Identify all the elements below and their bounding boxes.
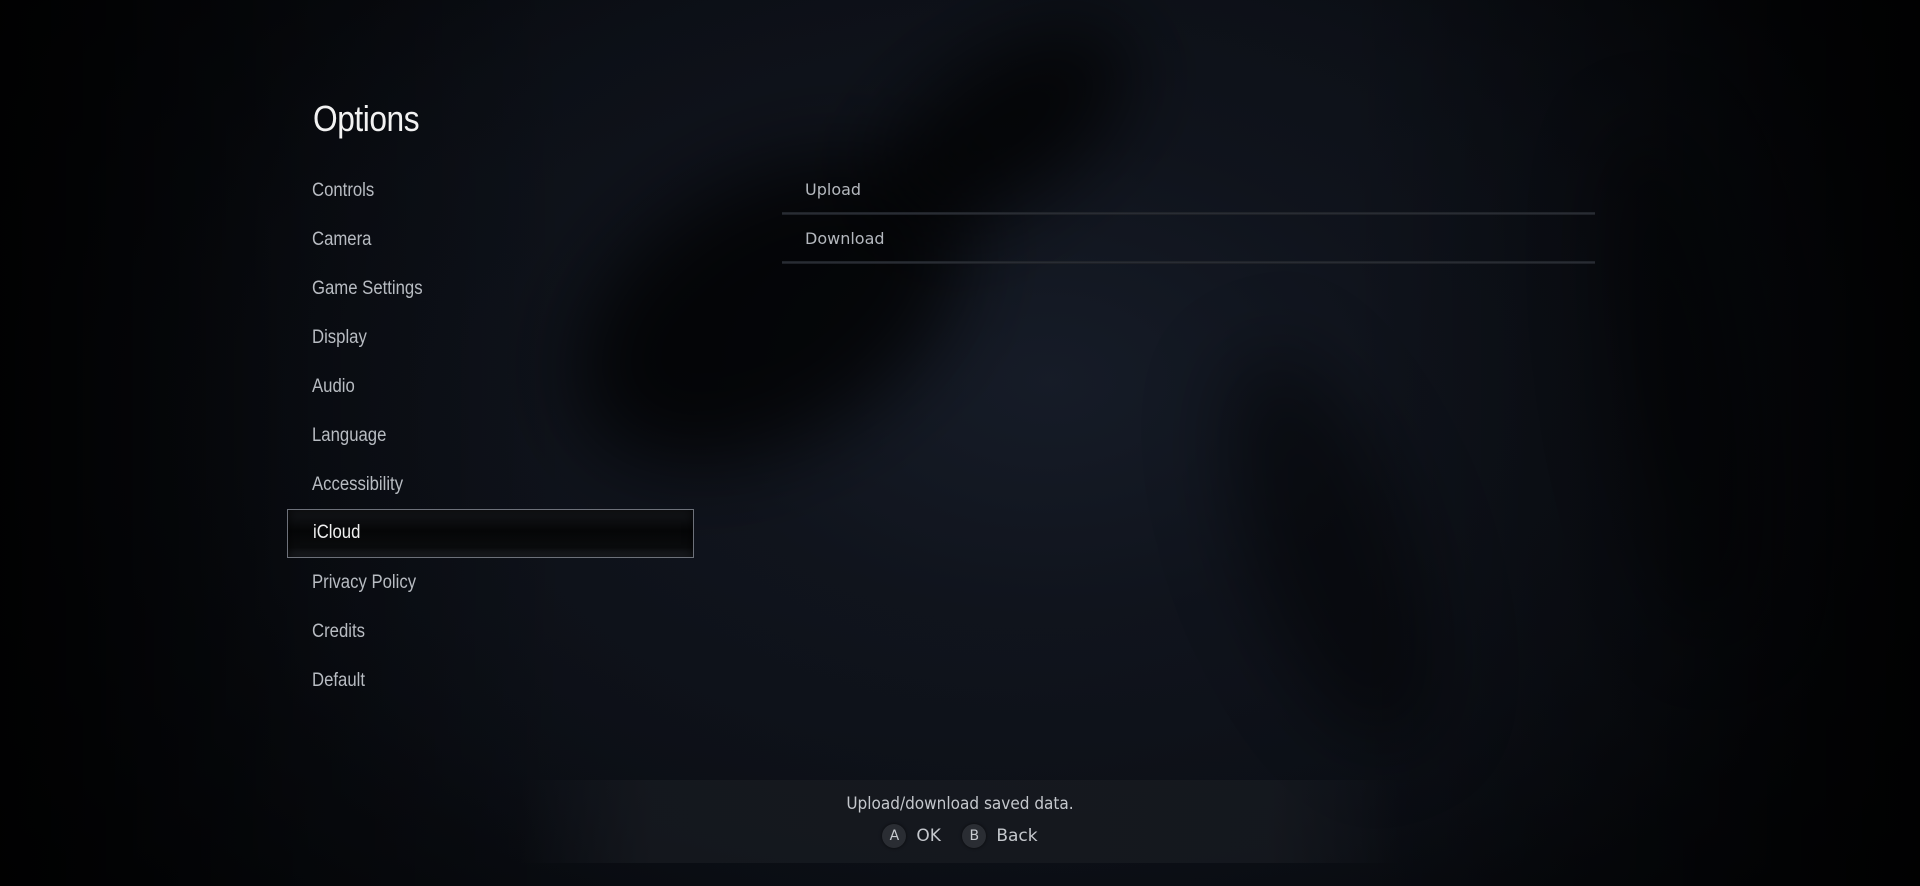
back-prompt[interactable]: B Back <box>962 824 1038 848</box>
button-prompts: A OK B Back <box>520 824 1400 848</box>
help-text: Upload/download saved data. <box>846 794 1074 814</box>
icloud-submenu: Upload Download <box>782 166 1595 264</box>
menu-item-game-settings[interactable]: Game Settings <box>287 264 694 313</box>
download-option[interactable]: Download <box>782 215 1595 264</box>
menu-item-label: iCloud <box>313 522 361 543</box>
back-label: Back <box>996 826 1038 846</box>
menu-item-label: Audio <box>312 376 355 397</box>
ok-prompt[interactable]: A OK <box>882 824 941 848</box>
page-title: Options <box>313 98 420 139</box>
menu-item-label: Display <box>312 327 367 348</box>
b-button-icon: B <box>962 824 987 848</box>
menu-item-accessibility[interactable]: Accessibility <box>287 460 694 509</box>
menu-item-label: Credits <box>312 621 365 642</box>
menu-item-label: Default <box>312 670 365 691</box>
menu-item-camera[interactable]: Camera <box>287 215 694 264</box>
menu-item-label: Language <box>312 425 387 446</box>
options-menu: Controls Camera Game Settings Display Au… <box>287 166 694 705</box>
upload-option[interactable]: Upload <box>782 166 1595 215</box>
menu-item-controls[interactable]: Controls <box>287 166 694 215</box>
menu-item-audio[interactable]: Audio <box>287 362 694 411</box>
footer-help-bar: Upload/download saved data. A OK B Back <box>520 780 1400 863</box>
menu-item-credits[interactable]: Credits <box>287 607 694 656</box>
menu-item-language[interactable]: Language <box>287 411 694 460</box>
menu-item-label: Accessibility <box>312 474 404 495</box>
menu-item-default[interactable]: Default <box>287 656 694 705</box>
menu-item-label: Game Settings <box>312 278 423 299</box>
ok-label: OK <box>916 826 941 846</box>
menu-item-label: Camera <box>312 229 372 250</box>
menu-item-display[interactable]: Display <box>287 313 694 362</box>
menu-item-label: Controls <box>312 180 375 201</box>
menu-item-icloud[interactable]: iCloud <box>287 509 694 558</box>
menu-item-privacy-policy[interactable]: Privacy Policy <box>287 558 694 607</box>
menu-item-label: Privacy Policy <box>312 572 417 593</box>
a-button-icon: A <box>882 824 907 848</box>
